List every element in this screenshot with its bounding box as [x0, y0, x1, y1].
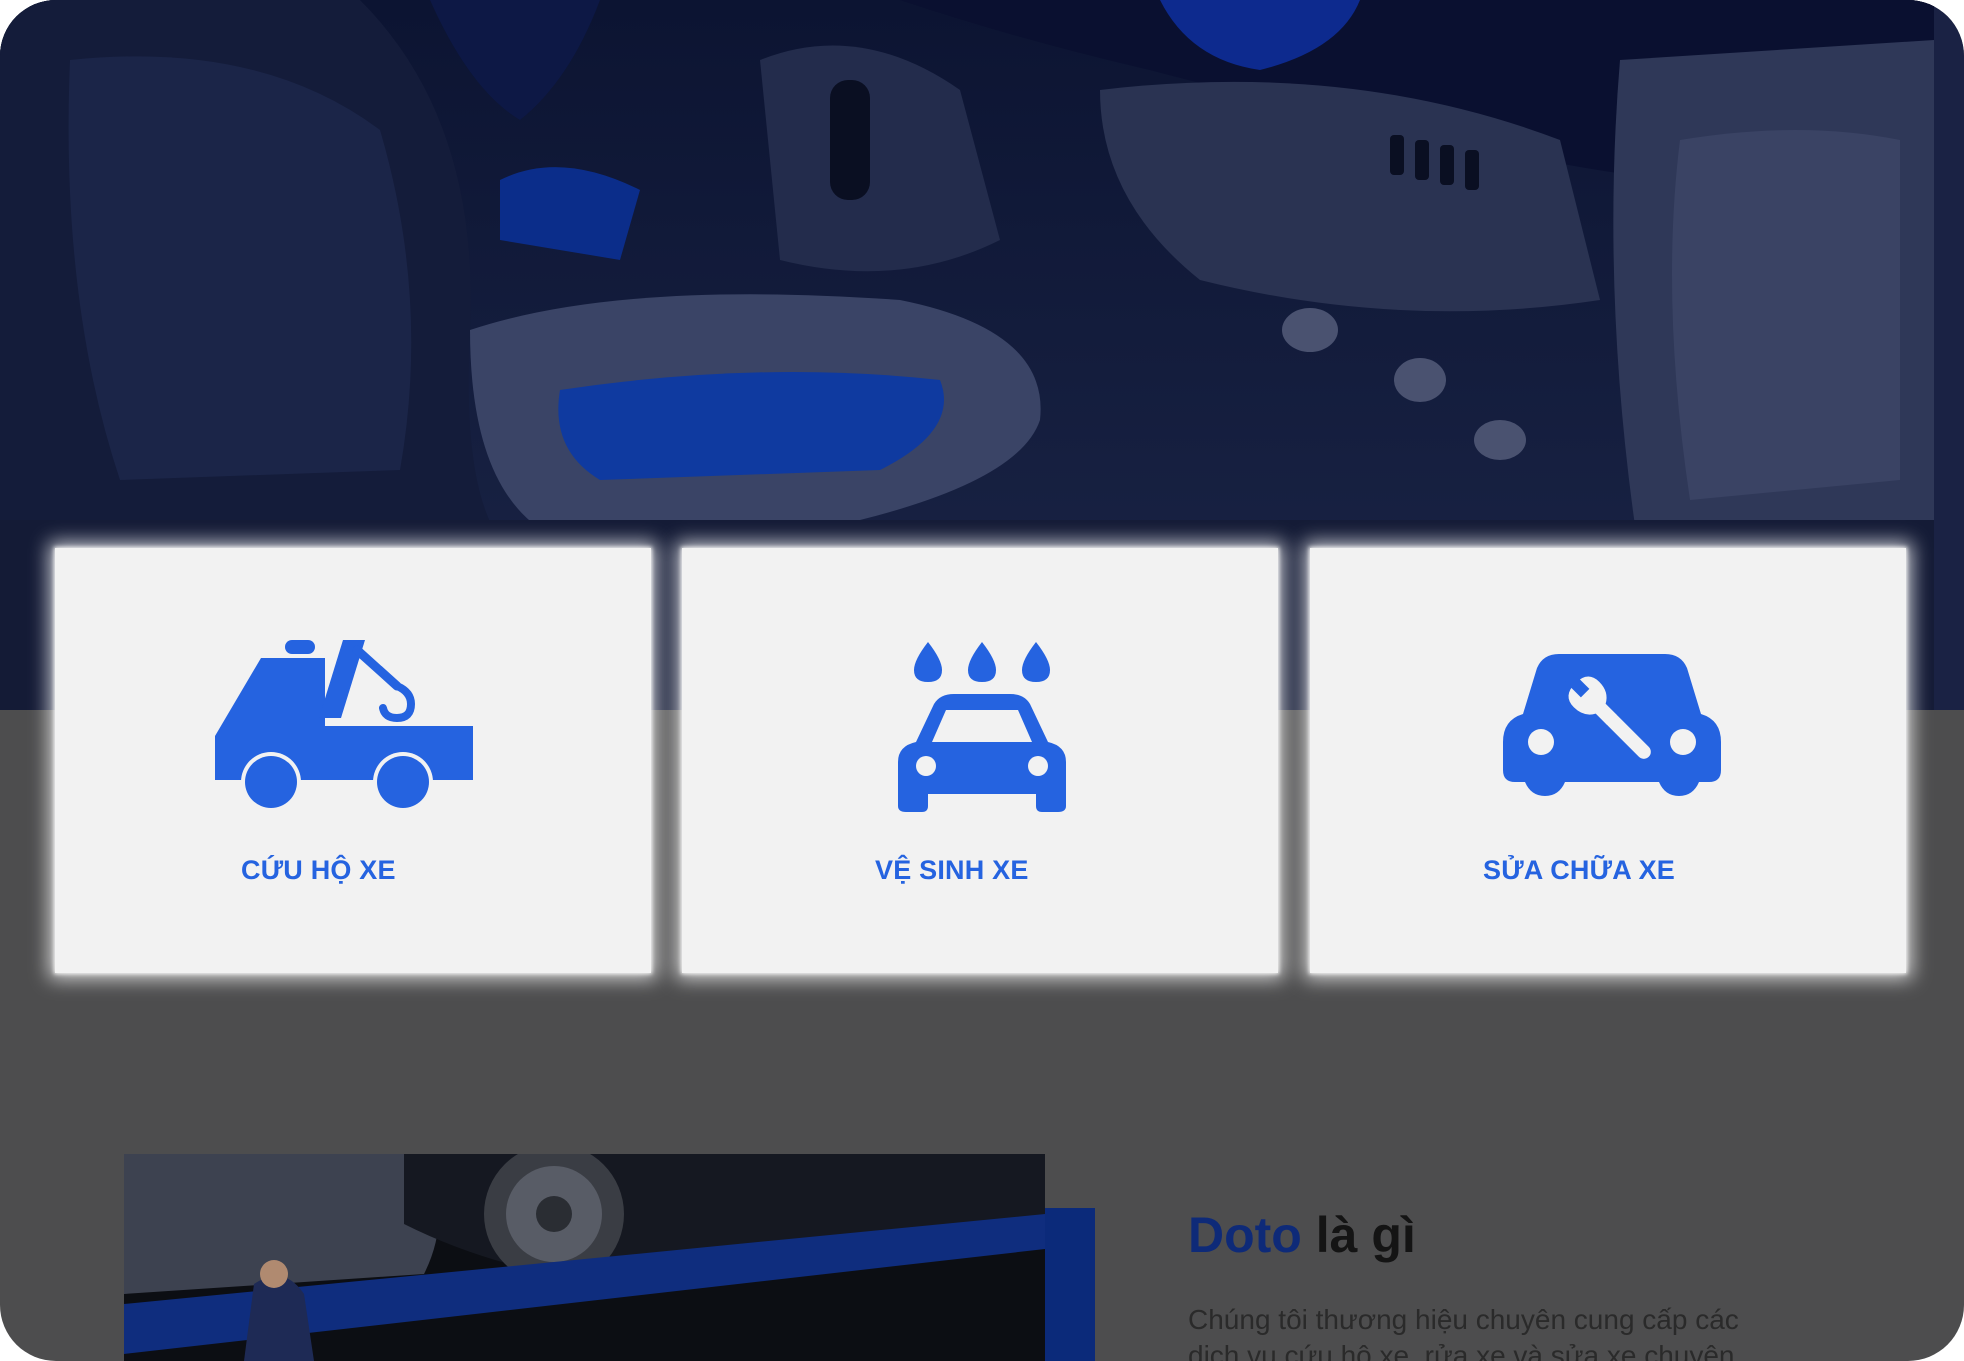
hero-edge [1934, 0, 1964, 710]
about-description: Chúng tôi thương hiệu chuyên cung cấp cá… [1188, 1304, 1739, 1361]
about-title-rest: là gì [1315, 1207, 1416, 1263]
about-accent-bar [1045, 1208, 1095, 1361]
car-wash-icon [898, 642, 1066, 812]
car-repair-icon [1503, 654, 1721, 796]
service-card-repair[interactable]: SỬA CHỮA XE [1310, 548, 1906, 973]
service-label: CỨU HỘ XE [241, 855, 396, 885]
tow-truck-icon [215, 640, 473, 812]
page-frame: CỨU HỘ XE VỆ SINH XE SỬA CHỮA XE Doto là… [0, 0, 1964, 1361]
mechanic-under-car-illustration [124, 1154, 1045, 1361]
service-label: VỆ SINH XE [875, 855, 1029, 885]
about-title-brand: Doto [1188, 1207, 1302, 1263]
about-title: Doto là gì [1188, 1206, 1416, 1264]
service-card-tow[interactable]: CỨU HỘ XE [55, 548, 651, 973]
about-photo [124, 1154, 1045, 1361]
service-card-wash[interactable]: VỆ SINH XE [682, 548, 1278, 973]
service-label: SỬA CHỮA XE [1483, 855, 1676, 885]
